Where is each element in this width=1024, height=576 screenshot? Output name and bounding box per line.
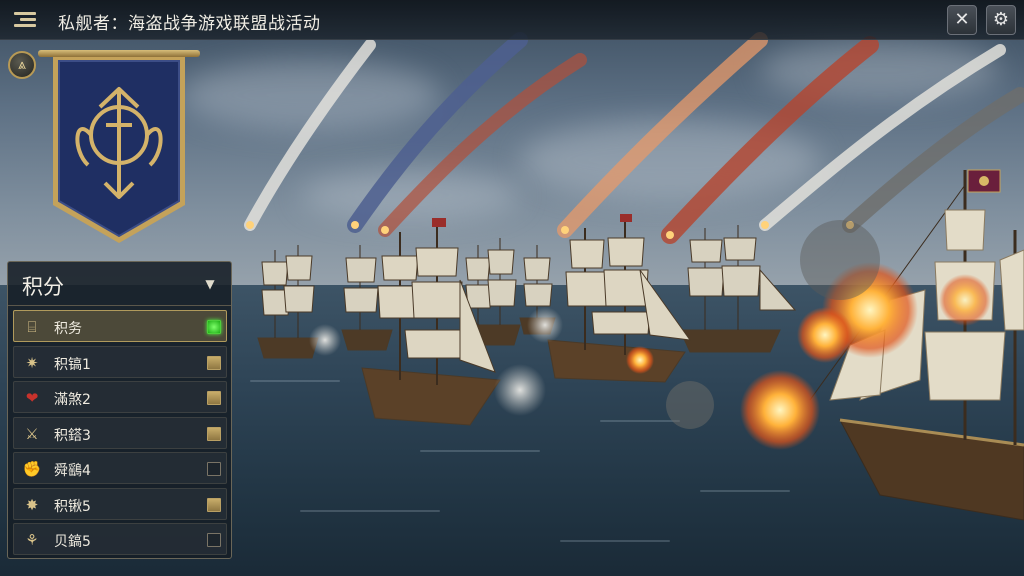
close-button[interactable]: ✕ bbox=[947, 5, 977, 35]
score-panel-header: 积分 ▼ bbox=[8, 262, 231, 306]
score-row[interactable]: ⌸ 积务 bbox=[13, 310, 227, 342]
top-bar: 私舰者：海盗战争游戏联盟战活动 ✕ ⚙ bbox=[0, 0, 1024, 40]
ship-far-5 bbox=[679, 225, 797, 353]
score-row[interactable]: ⚔ 积鎝3 bbox=[13, 416, 227, 449]
rune-icon: ⚘ bbox=[25, 531, 39, 549]
score-row-checkbox[interactable] bbox=[207, 391, 221, 405]
score-row-checkbox[interactable] bbox=[207, 426, 221, 441]
score-row-label: 贝鎬5 bbox=[54, 534, 91, 550]
score-panel: 积分 ▼ ⌸ 积务 ✷ 积镐1 ❤ 滿煞2 ⚔ 积鎝3 ✊ 舜鷂4 ✸ 积锹5 ⚘ 贝鎬5 bbox=[7, 261, 232, 559]
score-row-label: 积锹5 bbox=[54, 498, 91, 515]
chevron-down-icon[interactable]: ▼ bbox=[200, 275, 220, 293]
treasure-chest-icon: ⌸ bbox=[27, 318, 37, 336]
score-row-checkbox[interactable] bbox=[207, 533, 221, 547]
sword-icon: ⚔ bbox=[25, 424, 39, 443]
score-row-checkbox[interactable] bbox=[207, 355, 221, 370]
menu-icon[interactable] bbox=[10, 6, 40, 34]
score-row-label: 积务 bbox=[54, 321, 82, 337]
score-row-checkbox[interactable] bbox=[207, 320, 221, 334]
score-row[interactable]: ✸ 积锹5 bbox=[13, 487, 227, 520]
close-icon: ✕ bbox=[954, 9, 970, 30]
score-row-checkbox[interactable] bbox=[207, 462, 221, 476]
score-row-label: 积鎝3 bbox=[54, 427, 91, 444]
score-row-checkbox[interactable] bbox=[207, 497, 221, 512]
score-panel-title: 积分 bbox=[22, 275, 64, 299]
score-row[interactable]: ✷ 积镐1 bbox=[13, 345, 227, 378]
gear-badge-icon: ✷ bbox=[25, 353, 39, 372]
settings-button[interactable]: ⚙ bbox=[986, 5, 1016, 35]
score-row[interactable]: ✊ 舜鷂4 bbox=[13, 452, 227, 484]
score-row[interactable]: ❤ 滿煞2 bbox=[13, 381, 227, 413]
star-badge-icon: ✸ bbox=[25, 495, 39, 514]
ship-far-1 bbox=[257, 245, 319, 359]
fist-icon: ✊ bbox=[22, 460, 42, 478]
score-row[interactable]: ⚘ 贝鎬5 bbox=[13, 523, 227, 555]
gear-icon: ⚙ bbox=[992, 9, 1010, 30]
page-title: 私舰者：海盗战争游戏联盟战活动 bbox=[58, 14, 321, 34]
guild-banner bbox=[53, 57, 185, 243]
rocket-trails bbox=[244, 32, 1024, 244]
heart-icon: ❤ bbox=[25, 389, 39, 407]
score-row-label: 舜鷂4 bbox=[54, 463, 91, 479]
rank-chevron-icon[interactable]: ⩓ bbox=[8, 51, 36, 79]
ship-mid-left bbox=[361, 218, 501, 426]
score-row-label: 滿煞2 bbox=[54, 392, 91, 408]
score-row-label: 积镐1 bbox=[54, 356, 91, 373]
